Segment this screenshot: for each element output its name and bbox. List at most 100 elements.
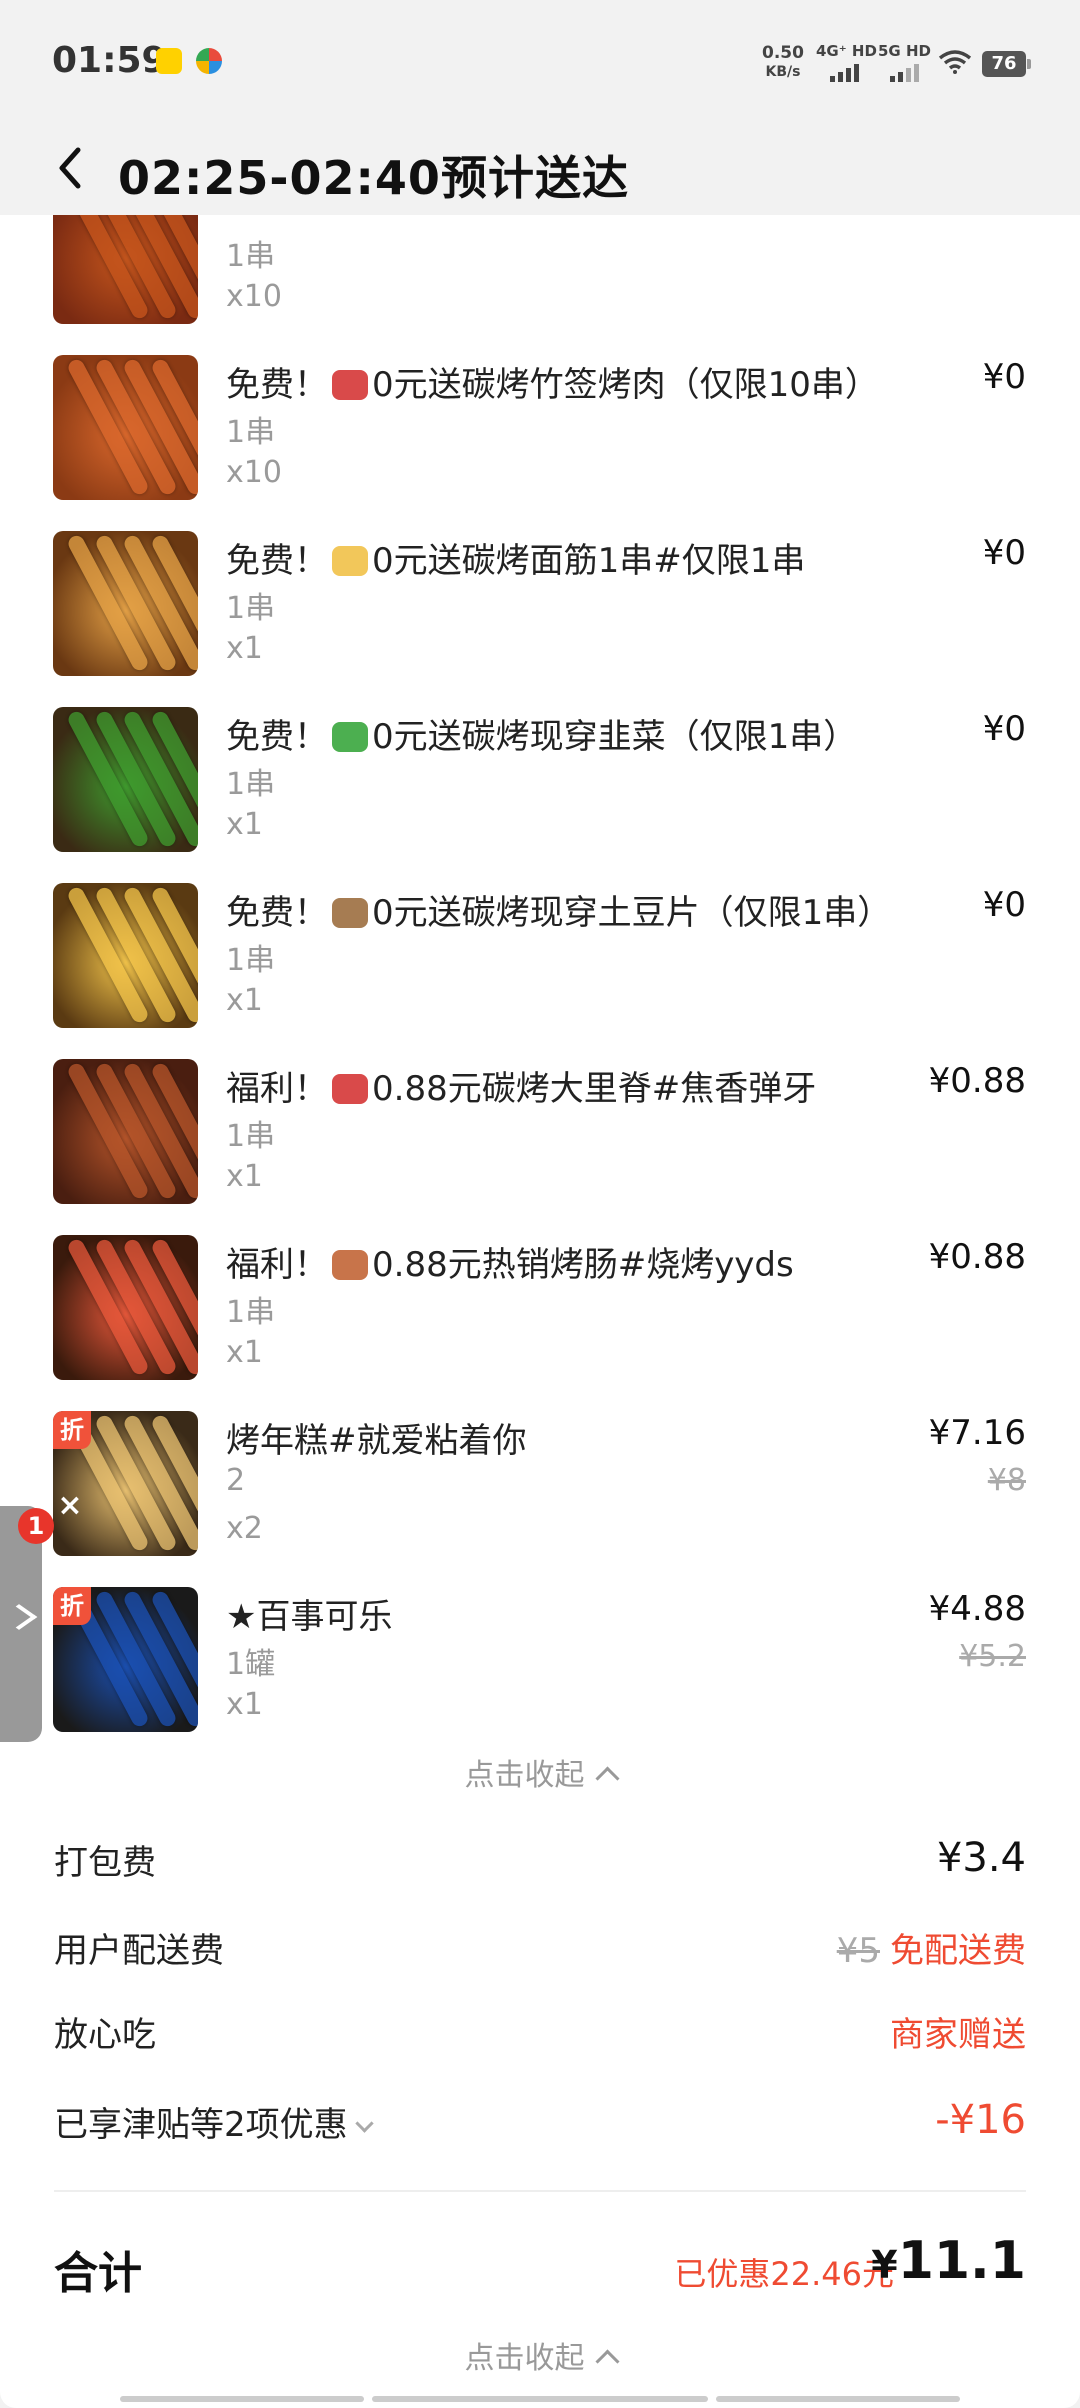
free-delivery-text: 免配送费 — [890, 1931, 1026, 1971]
item-image — [53, 1235, 198, 1380]
item-price: ¥0 — [982, 885, 1026, 925]
item-name-text: 0元送碳烤现穿土豆片（仅限1串） — [372, 893, 892, 933]
item-name: 免费！ 0元送碳烤竹签烤肉（仅限10串） — [226, 357, 879, 406]
item-spec: 1串 — [226, 1119, 276, 1154]
network-speed-value: 0.50 — [762, 43, 804, 63]
item-spec: 1串 — [226, 415, 276, 450]
item-name-prefix: 免费！ — [226, 541, 328, 581]
item-price: ¥0 — [982, 357, 1026, 397]
item-name-text: 烤年糕#就爱粘着你 — [226, 1421, 527, 1461]
item-name-text: 0元送碳烤现穿韭菜（仅限1串） — [372, 717, 858, 757]
delivery-fee-label: 用户配送费 — [54, 1931, 224, 1971]
sim1-signal-icon: 4G⁺ HD — [816, 42, 877, 82]
item-image — [53, 1059, 198, 1204]
item-name: 免费！ 0元送碳烤现穿土豆片（仅限1串） — [226, 885, 891, 934]
item-spec: 2 — [226, 1463, 246, 1498]
item-price: ¥4.88 — [928, 1589, 1026, 1629]
sim2-label: 5G HD — [878, 42, 931, 60]
discount-value: -¥16 — [935, 2097, 1026, 2143]
item-name-prefix: 福利！ — [226, 1069, 328, 1109]
close-icon[interactable]: × — [56, 1491, 84, 1521]
notification-badge: 1 — [18, 1508, 54, 1544]
item-quantity: x1 — [226, 807, 263, 842]
status-time: 01:59 — [52, 40, 167, 81]
item-spec: 1串 — [226, 1295, 276, 1330]
saved-amount-text: 已优惠22.46元 — [674, 2255, 894, 2293]
item-spec: 1串 — [226, 767, 276, 802]
home-indicator-segment — [372, 2396, 708, 2402]
total-amount-value: 11.1 — [897, 2231, 1026, 2291]
delivery-fee-original: ¥5 — [836, 1931, 880, 1971]
item-price: ¥0 — [982, 533, 1026, 573]
item-quantity: x1 — [226, 1687, 263, 1722]
item-image — [53, 883, 198, 1028]
delivery-fee-row: 用户配送费 ¥5 免配送费 — [54, 1923, 1026, 1983]
item-original-price: ¥5.2 — [959, 1639, 1026, 1674]
item-quantity: x1 — [226, 631, 263, 666]
item-quantity: x1 — [226, 1335, 263, 1370]
item-name-text: 0元送碳烤面筋1串#仅限1串 — [372, 541, 806, 581]
item-price: ¥0.88 — [928, 1061, 1026, 1101]
item-name: 免费！ 0元送碳烤面筋1串#仅限1串 — [226, 533, 805, 582]
sim1-label: 4G⁺ HD — [816, 42, 877, 60]
item-name: ★百事可乐 — [226, 1589, 392, 1638]
discount-label-text: 已享津贴等2项优惠 — [54, 2105, 348, 2145]
item-price: ¥0.88 — [928, 1237, 1026, 1277]
item-name: 福利！ 0.88元热销烤肠#烧烤yyds — [226, 1237, 794, 1286]
item-spec: 1串 — [226, 239, 276, 274]
divider — [54, 2190, 1026, 2192]
order-item: 折 烤年糕#就爱粘着你 2 x2 ¥7.16 ¥8 — [0, 1407, 1080, 1583]
packing-fee-row: 打包费 ¥3.4 — [54, 1835, 1026, 1895]
battery-icon: 76 — [982, 51, 1031, 77]
chevron-up-icon — [594, 1766, 620, 1791]
discount-badge: 折 — [53, 1411, 91, 1449]
item-price: ¥7.16 — [928, 1413, 1026, 1453]
collapse-label: 点击收起 — [464, 1758, 585, 1793]
discount-row[interactable]: 已享津贴等2项优惠 -¥16 — [54, 2097, 1026, 2157]
packing-fee-label: 打包费 — [54, 1843, 156, 1883]
item-quantity: x1 — [226, 1159, 263, 1194]
chevron-up-icon — [594, 2349, 620, 2374]
item-quantity: x10 — [226, 279, 282, 314]
food-emoji-icon — [332, 898, 368, 928]
collapse-items-button[interactable]: 点击收起 — [0, 1750, 1080, 1794]
delivery-time-title: 02:25-02:40预计送达 — [118, 151, 629, 205]
status-bar: 01:59 0.50 KB/s 4G⁺ HD 5G HD 76 — [0, 0, 1080, 120]
back-arrow-icon[interactable] — [52, 144, 92, 192]
item-name-text: 0元送碳烤竹签烤肉（仅限10串） — [372, 365, 879, 405]
discount-label[interactable]: 已享津贴等2项优惠 — [54, 2097, 374, 2146]
safe-eat-value: 商家赠送 — [890, 2015, 1026, 2055]
notification-app-icon — [196, 48, 222, 74]
item-image — [53, 215, 198, 324]
food-emoji-icon — [332, 1074, 368, 1104]
order-item: 免费！ 0元送碳烤现穿土豆片（仅限1串） 1串 x1 ¥0 — [0, 879, 1080, 1055]
network-speed: 0.50 KB/s — [758, 44, 808, 82]
total-amount: ¥11.1 — [871, 2231, 1026, 2291]
item-name-text: 0.88元热销烤肠#烧烤yyds — [372, 1245, 794, 1285]
item-name-prefix: 免费！ — [226, 893, 328, 933]
item-spec: 1串 — [226, 943, 276, 978]
item-name: 免费！ 0元送碳烤现穿韭菜（仅限1串） — [226, 709, 857, 758]
item-quantity: x2 — [226, 1511, 263, 1546]
discount-badge: 折 — [53, 1587, 91, 1625]
page-header: 02:25-02:40预计送达 — [0, 120, 1080, 215]
item-quantity: x1 — [226, 983, 263, 1018]
order-item: 福利！ 0.88元热销烤肠#烧烤yyds 1串 x1 ¥0.88 — [0, 1231, 1080, 1407]
food-emoji-icon — [332, 370, 368, 400]
item-name-text: 0.88元碳烤大里脊#焦香弹牙 — [372, 1069, 817, 1109]
order-item: 免费！ 0元送碳烤面筋1串#仅限1串 1串 x1 ¥0 — [0, 527, 1080, 703]
item-name-prefix: 免费！ — [226, 717, 328, 757]
food-emoji-icon — [332, 546, 368, 576]
total-label: 合计 — [54, 2248, 142, 2299]
order-item: 福利！ 0.88元碳烤大里脊#焦香弹牙 1串 x1 ¥0.88 — [0, 1055, 1080, 1231]
collapse-bottom-label: 点击收起 — [464, 2341, 585, 2376]
order-item: 免费！ 0元送碳烤竹签烤肉（仅限10串） 1串 x10 ¥0 — [0, 351, 1080, 527]
order-detail-card: 1串 x10 免费！ 0元送碳烤竹签烤肉（仅限10串） 1串 x10 ¥0 免费！ 0元送碳烤面… — [0, 215, 1080, 2408]
order-item: 1串 x10 — [0, 215, 1080, 351]
wifi-icon — [938, 50, 972, 74]
item-quantity: x10 — [226, 455, 282, 490]
item-name: 烤年糕#就爱粘着你 — [226, 1413, 527, 1462]
item-name-prefix: 免费！ — [226, 365, 328, 405]
food-emoji-icon — [332, 722, 368, 752]
collapse-bottom-button[interactable]: 点击收起 — [0, 2333, 1080, 2377]
